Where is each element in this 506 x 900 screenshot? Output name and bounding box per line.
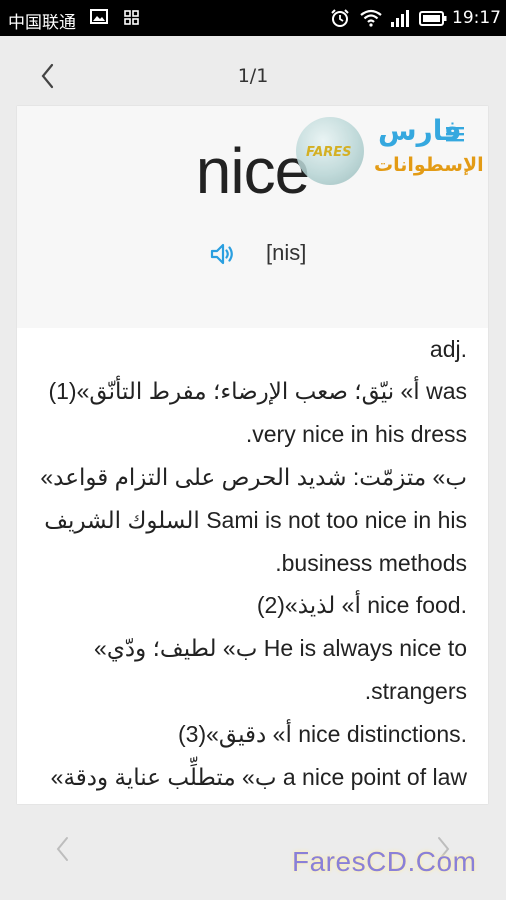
definition-line: adj. (429, 336, 467, 362)
definition-line: «ب» لطيف؛ ودّي He is always nice to (94, 635, 467, 661)
gallery-notification-icon (90, 9, 108, 24)
carrier-name: 中国联通 (8, 13, 76, 33)
status-bar: 中国联通 19:17 (0, 0, 506, 36)
definition-line: (1)«أ» نيّق؛ صعب الإرضاء؛ مفرط التأنّق w… (48, 378, 467, 404)
definition-line: (3)«أ» دقيق nice distinctions. (178, 721, 467, 747)
definition-line: السلوك الشريف Sami is not too nice in hi… (44, 507, 467, 533)
definition-line: «ب» متزمّت: شديد الحرص على التزام قواعد (40, 464, 467, 490)
phonetic-transcription: [nis] (266, 240, 307, 265)
wifi-icon (360, 9, 382, 27)
definition-line: (2)«أ» لذيذ nice food. (256, 592, 467, 618)
definition-line: «ب» متطلِّب عناية ودقة a nice point of l… (50, 764, 467, 790)
definition-line: .very nice in his dress (245, 421, 467, 447)
speaker-icon[interactable] (210, 242, 236, 266)
alarm-icon (331, 9, 349, 27)
menu-icon (446, 127, 464, 142)
logo-arabic-bottom: الإسطوانات (374, 154, 484, 176)
footer-watermark: FaresCD.Com (292, 846, 477, 877)
logo-emblem: FARES (296, 117, 364, 185)
definition-line: .business methods (275, 550, 467, 576)
chevron-left-icon[interactable] (52, 834, 72, 864)
apps-notification-icon (124, 10, 139, 25)
battery-icon (419, 11, 447, 26)
logo-emblem-text: FARES (306, 145, 352, 160)
page-indicator: 1/1 (237, 65, 269, 87)
definition-line: .strangers (364, 678, 467, 704)
dictionary-entry-card: nice [nis] adj. (1)«أ» نيّق؛ صعب الإرضاء… (17, 106, 488, 804)
signal-strength-icon (391, 10, 409, 27)
top-navigation: 1/1 (0, 36, 506, 106)
fares-logo-watermark: FARES فارس الإسطوانات (296, 112, 484, 194)
clock-time: 19:17 (452, 8, 501, 28)
